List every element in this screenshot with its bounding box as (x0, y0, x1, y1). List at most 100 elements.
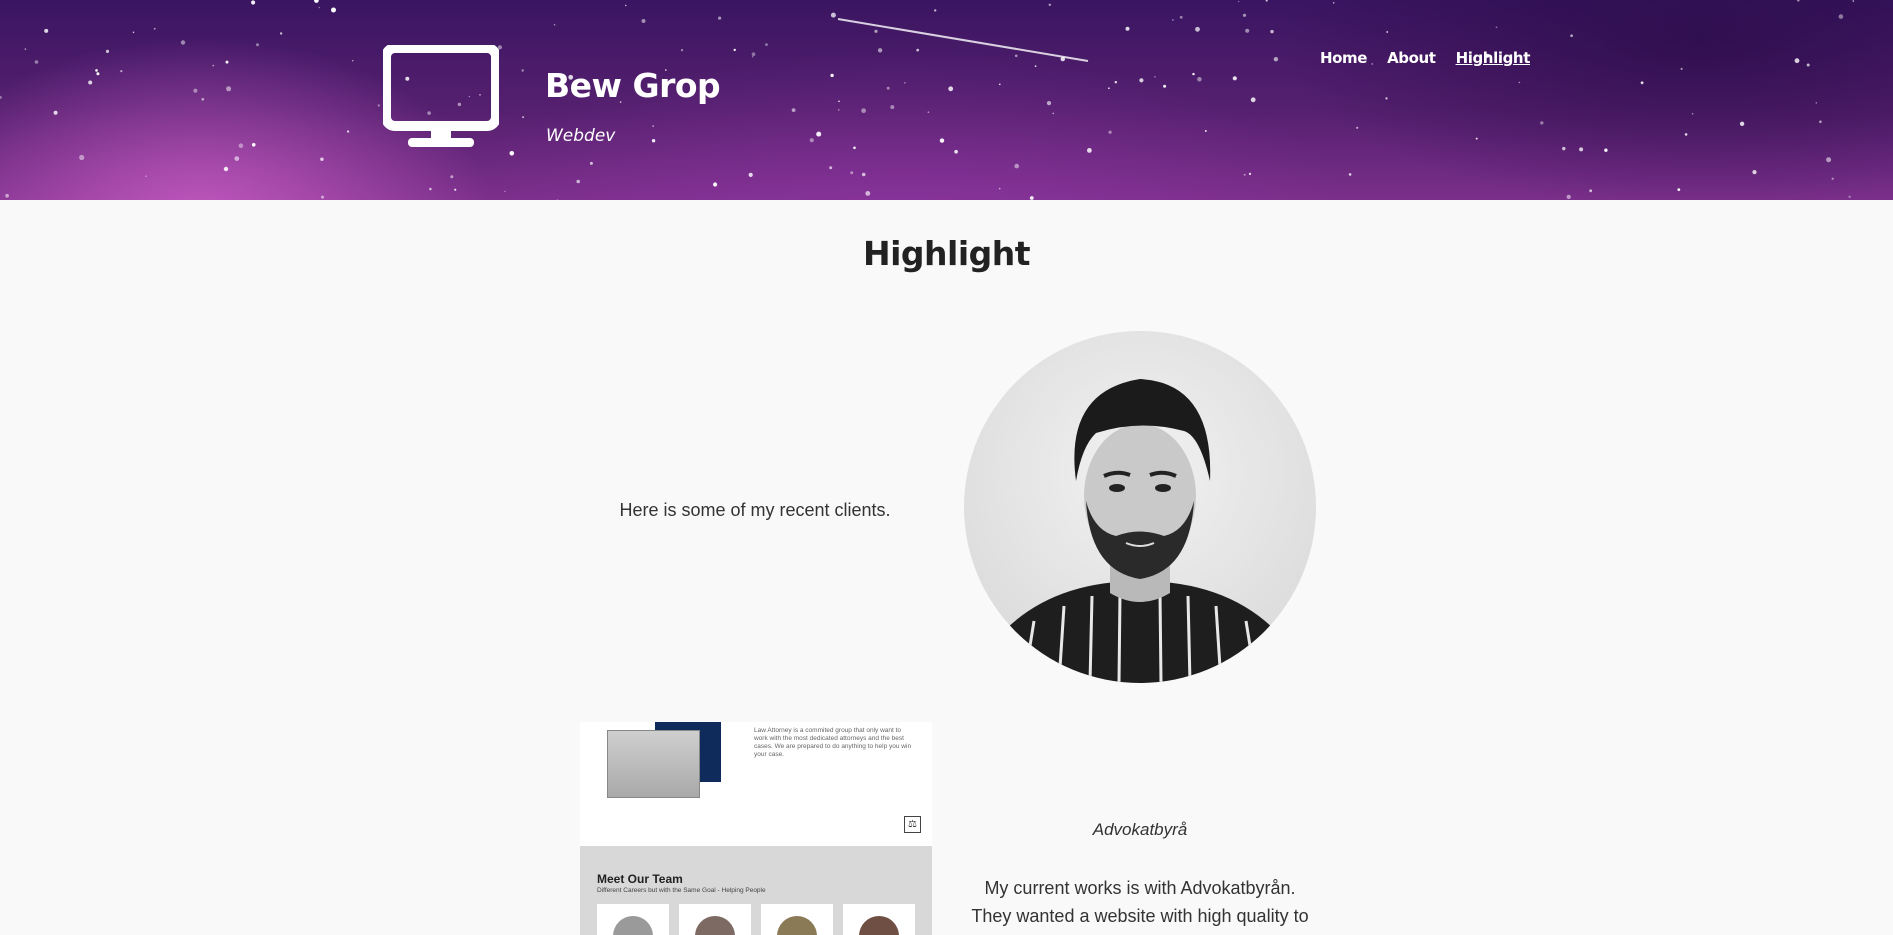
star-dot (1852, 0, 1855, 2)
star-dot (553, 23, 556, 26)
star-dot (948, 86, 954, 92)
star-dot (96, 72, 100, 76)
star-dot (1108, 87, 1110, 89)
star-dot (1163, 84, 1167, 88)
star-dot (830, 73, 834, 78)
star-dot (1232, 76, 1237, 81)
site-title[interactable]: Bew Grop (545, 66, 721, 105)
star-dot (1114, 81, 1118, 84)
star-dot (1848, 195, 1851, 198)
star-dot (44, 28, 49, 33)
star-dot (850, 171, 854, 175)
star-dot (791, 108, 796, 112)
starfield-background (0, 0, 1855, 200)
star-dot (1677, 188, 1681, 192)
star-dot (1579, 147, 1584, 152)
star-dot (1831, 177, 1834, 180)
star-dot (641, 19, 646, 23)
star-dot (809, 138, 814, 143)
star-dot (1243, 173, 1246, 176)
star-dot (853, 146, 856, 150)
star-dot (347, 130, 350, 133)
star-dot (509, 151, 515, 156)
star-dot (1242, 13, 1247, 17)
main-nav: Home About Highlight (1320, 49, 1550, 67)
star-dot (1518, 81, 1521, 84)
star-dot (1562, 146, 1566, 151)
star-dot (904, 82, 906, 84)
star-dot (321, 195, 324, 199)
desktop-monitor-icon[interactable] (383, 45, 499, 149)
nav-highlight-link[interactable]: Highlight (1456, 49, 1531, 67)
star-dot (1797, 0, 1800, 2)
star-dot (1046, 101, 1052, 106)
star-dot (234, 156, 240, 162)
star-dot (1566, 194, 1571, 199)
star-dot (1248, 172, 1252, 175)
star-dot (1238, 0, 1240, 3)
star-dot (1014, 54, 1018, 58)
header-banner: Bew Grop Webdev Home About Highlight (0, 0, 1893, 200)
star-dot (132, 31, 135, 34)
star-dot (1204, 130, 1207, 132)
star-dot (1139, 78, 1144, 83)
star-dot (733, 48, 736, 52)
star-dot (886, 86, 890, 90)
star-dot (1245, 28, 1250, 33)
star-dot (1192, 72, 1195, 76)
star-dot (153, 27, 156, 30)
star-dot (998, 187, 1001, 190)
page-title: Highlight (862, 234, 1031, 273)
profile-photo (964, 331, 1316, 683)
star-dot (522, 116, 524, 118)
star-dot (1680, 67, 1683, 70)
screenshot-team-card (843, 904, 915, 935)
star-dot (1172, 19, 1174, 21)
star-dot (331, 7, 336, 13)
star-dot (79, 154, 85, 161)
star-dot (874, 29, 878, 33)
star-dot (916, 48, 920, 52)
star-dot (1029, 196, 1034, 200)
nav-home-link[interactable]: Home (1320, 49, 1367, 67)
star-dot (1475, 137, 1478, 140)
star-dot (954, 149, 958, 154)
star-dot (24, 48, 27, 50)
star-dot (225, 60, 229, 64)
star-dot (1794, 58, 1800, 64)
star-dot (1570, 34, 1573, 37)
star-dot (95, 69, 98, 72)
star-dot (1265, 0, 1268, 2)
star-dot (651, 139, 656, 143)
screenshot-team-title: Meet Our Team (597, 872, 683, 886)
star-dot (751, 52, 756, 56)
star-dot (521, 69, 524, 72)
star-dot (718, 16, 722, 20)
star-dot (352, 60, 354, 62)
star-dot (1270, 29, 1274, 34)
star-dot (830, 12, 836, 18)
star-dot (212, 64, 215, 67)
star-dot (1739, 121, 1745, 127)
star-dot (1589, 189, 1593, 193)
star-dot (34, 60, 39, 64)
star-dot (454, 188, 457, 191)
star-dot (680, 49, 684, 52)
nav-about-link[interactable]: About (1387, 49, 1436, 67)
star-dot (765, 43, 768, 46)
star-dot (877, 48, 883, 53)
star-dot (318, 6, 321, 9)
star-dot (1087, 148, 1092, 153)
client-website-screenshot[interactable]: Law Attorney is a commited group that on… (580, 722, 932, 935)
star-dot (120, 70, 123, 73)
star-dot (1125, 26, 1130, 31)
star-dot (748, 172, 753, 177)
screenshot-attorney-photo (607, 730, 700, 798)
star-dot (1060, 56, 1066, 62)
star-dot (0, 95, 2, 99)
star-dot (1815, 102, 1818, 104)
star-dot (865, 191, 871, 196)
star-dot (576, 179, 580, 184)
star-dot (838, 100, 840, 103)
star-dot (1332, 2, 1335, 4)
